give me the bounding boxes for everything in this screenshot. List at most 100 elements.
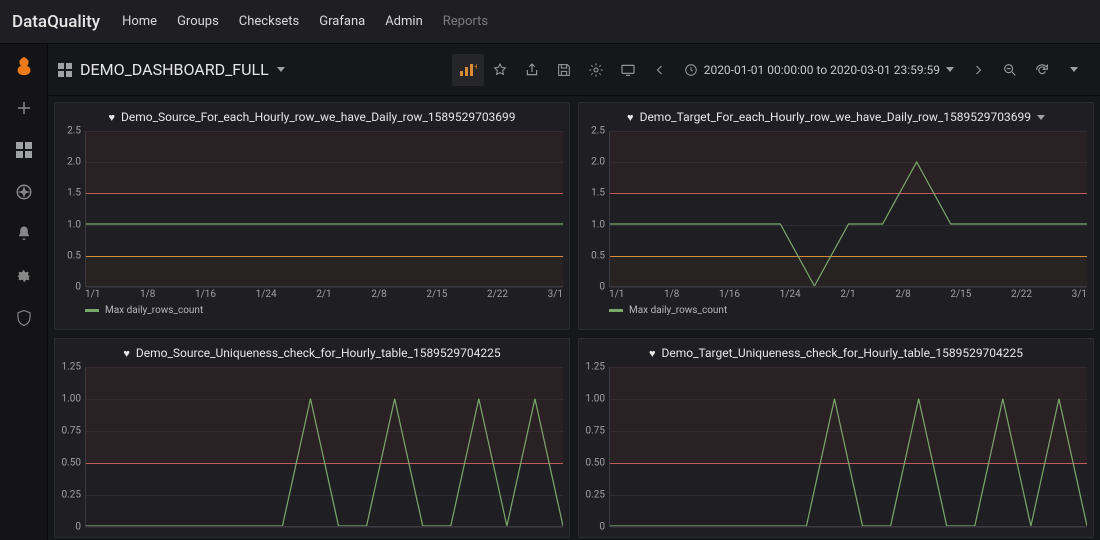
legend: Max daily_rows_count	[55, 301, 569, 322]
nav-link-checksets[interactable]: Checksets	[229, 14, 309, 29]
legend-label: Max daily_rows_count	[105, 305, 203, 316]
svg-text:+: +	[474, 63, 477, 71]
legend-swatch	[609, 309, 623, 312]
dashboard-header: DEMO_DASHBOARD_FULL + 2020-01-01 00:00:0…	[48, 44, 1100, 96]
panel-title-text: Demo_Target_Uniqueness_check_for_Hourly_…	[661, 346, 1023, 360]
x-tick: 2/15	[426, 289, 447, 300]
x-tick: 1/8	[664, 289, 679, 300]
chevron-down-icon	[946, 67, 954, 72]
heart-icon: ♥	[108, 111, 115, 124]
x-tick: 1/8	[140, 289, 155, 300]
clock-icon	[684, 63, 698, 77]
y-tick: 0.75	[586, 426, 606, 437]
settings-button[interactable]	[580, 54, 612, 86]
x-tick: 2/22	[487, 289, 508, 300]
x-tick: 1/1	[609, 289, 624, 300]
dashboards-icon[interactable]	[12, 138, 36, 162]
share-button[interactable]	[516, 54, 548, 86]
y-tick: 0.5	[591, 250, 605, 261]
shield-icon[interactable]	[12, 306, 36, 330]
panel-p2: ♥ Demo_Target_For_each_Hourly_row_we_have…	[578, 102, 1094, 330]
time-forward-button[interactable]	[962, 54, 994, 86]
refresh-interval-button[interactable]	[1058, 54, 1090, 86]
nav-link-groups[interactable]: Groups	[167, 14, 229, 29]
time-back-button[interactable]	[644, 54, 676, 86]
y-tick: 2.0	[591, 157, 605, 168]
y-tick: 0.50	[586, 458, 606, 469]
y-tick: 1.00	[586, 394, 606, 405]
nav-link-admin[interactable]: Admin	[375, 14, 433, 29]
heart-icon: ♥	[123, 347, 130, 360]
panel-title[interactable]: ♥ Demo_Target_Uniqueness_check_for_Hourly…	[579, 339, 1093, 367]
legend-label: Max daily_rows_count	[629, 305, 727, 316]
y-tick: 0	[599, 282, 605, 293]
y-tick: 0.25	[586, 490, 606, 501]
y-tick: 0.5	[67, 250, 81, 261]
x-tick: 2/15	[950, 289, 971, 300]
panel-title[interactable]: ♥ Demo_Target_For_each_Hourly_row_we_have…	[579, 103, 1093, 131]
x-tick: 2/1	[840, 289, 855, 300]
refresh-button[interactable]	[1026, 54, 1058, 86]
y-tick: 1.0	[67, 219, 81, 230]
panel-p4: ♥ Demo_Target_Uniqueness_check_for_Hourly…	[578, 338, 1094, 538]
panels-area: ♥ Demo_Source_For_each_Hourly_row_we_have…	[48, 96, 1100, 540]
y-tick: 0	[75, 522, 81, 533]
chevron-down-icon	[1070, 67, 1078, 72]
x-tick: 2/1	[316, 289, 331, 300]
explore-icon[interactable]	[12, 180, 36, 204]
panel-p3: ♥ Demo_Source_Uniqueness_check_for_Hourly…	[54, 338, 570, 538]
zoom-out-button[interactable]	[994, 54, 1026, 86]
y-tick: 1.5	[67, 188, 81, 199]
legend: Max daily_rows_count	[579, 301, 1093, 322]
heart-icon: ♥	[649, 347, 656, 360]
y-tick: 0.75	[62, 426, 82, 437]
y-tick: 1.5	[591, 188, 605, 199]
x-tick: 3/1	[548, 289, 563, 300]
y-tick: 1.25	[62, 362, 82, 373]
x-tick: 2/8	[371, 289, 386, 300]
star-button[interactable]	[484, 54, 516, 86]
dashboard-title-text: DEMO_DASHBOARD_FULL	[80, 60, 269, 79]
y-tick: 2.5	[591, 126, 605, 137]
grafana-logo-icon[interactable]	[12, 54, 36, 78]
x-tick: 2/22	[1011, 289, 1032, 300]
plus-icon[interactable]	[12, 96, 36, 120]
chevron-down-icon	[1037, 115, 1045, 120]
x-tick: 3/1	[1072, 289, 1087, 300]
tv-mode-button[interactable]	[612, 54, 644, 86]
y-tick: 2.5	[67, 126, 81, 137]
save-button[interactable]	[548, 54, 580, 86]
y-tick: 0.50	[62, 458, 82, 469]
time-range-text: 2020-01-01 00:00:00 to 2020-03-01 23:59:…	[704, 63, 940, 77]
time-picker[interactable]: 2020-01-01 00:00:00 to 2020-03-01 23:59:…	[676, 54, 962, 86]
nav-link-home[interactable]: Home	[112, 14, 167, 29]
y-tick: 0	[599, 522, 605, 533]
alert-bell-icon[interactable]	[12, 222, 36, 246]
panel-title-text: Demo_Source_For_each_Hourly_row_we_have_…	[121, 110, 516, 124]
x-tick: 1/24	[780, 289, 801, 300]
x-tick: 2/8	[895, 289, 910, 300]
x-tick: 1/1	[85, 289, 100, 300]
x-tick: 1/16	[719, 289, 740, 300]
y-tick: 2.0	[67, 157, 81, 168]
nav-link-reports[interactable]: Reports	[433, 14, 498, 29]
x-tick: 1/16	[195, 289, 216, 300]
y-tick: 1.0	[591, 219, 605, 230]
nav-link-grafana[interactable]: Grafana	[309, 14, 375, 29]
heart-icon: ♥	[627, 111, 634, 124]
panel-title[interactable]: ♥ Demo_Source_For_each_Hourly_row_we_have…	[55, 103, 569, 131]
y-tick: 0	[75, 282, 81, 293]
y-tick: 0.25	[62, 490, 82, 501]
y-tick: 1.00	[62, 394, 82, 405]
chevron-down-icon	[277, 67, 285, 72]
y-tick: 1.25	[586, 362, 606, 373]
settings-gear-icon[interactable]	[12, 264, 36, 288]
add-panel-button[interactable]: +	[452, 54, 484, 86]
panel-p1: ♥ Demo_Source_For_each_Hourly_row_we_have…	[54, 102, 570, 330]
panel-title[interactable]: ♥ Demo_Source_Uniqueness_check_for_Hourly…	[55, 339, 569, 367]
legend-swatch	[85, 309, 99, 312]
panel-title-text: Demo_Source_Uniqueness_check_for_Hourly_…	[136, 346, 501, 360]
dashboard-title[interactable]: DEMO_DASHBOARD_FULL	[58, 60, 285, 79]
panel-title-text: Demo_Target_For_each_Hourly_row_we_have_…	[640, 110, 1031, 124]
app-title: DataQuality	[12, 12, 100, 32]
